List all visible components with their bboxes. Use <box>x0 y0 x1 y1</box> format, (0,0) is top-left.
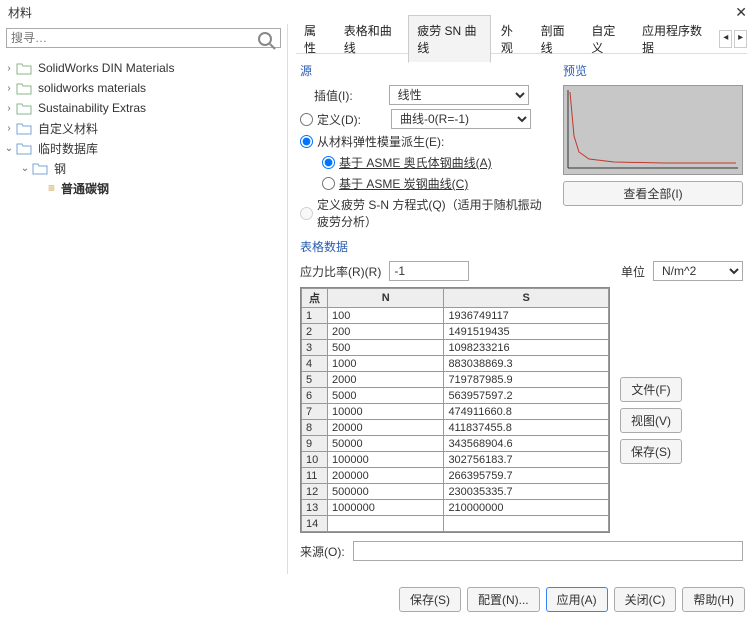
derive-radio[interactable] <box>300 135 313 148</box>
expand-icon[interactable]: › <box>2 123 16 134</box>
ratio-label: 应力比率(R)(R) <box>300 263 381 280</box>
source-legend: 源 <box>300 62 551 79</box>
expand-icon[interactable]: › <box>2 83 16 94</box>
material-tree[interactable]: › SolidWorks DIN Materials › solidworks ma… <box>0 52 287 574</box>
folder-icon <box>16 61 32 75</box>
preview-plot <box>563 85 743 175</box>
search-input[interactable] <box>6 28 281 48</box>
table-row[interactable]: 22001491519435 <box>302 324 609 340</box>
col-s: S <box>444 289 609 308</box>
tab-scroll-left[interactable]: ◂ <box>719 30 732 48</box>
file-button[interactable]: 文件(F) <box>620 377 682 402</box>
table-legend: 表格数据 <box>300 238 743 255</box>
close-button[interactable]: 关闭(C) <box>614 587 677 612</box>
derive-label: 从材料弹性模量派生(E): <box>317 133 444 150</box>
define-label: 定义(D): <box>317 111 361 128</box>
interp-select[interactable]: 线性 <box>389 85 529 105</box>
apply-button[interactable]: 应用(A) <box>546 587 608 612</box>
preview-legend: 预览 <box>563 62 743 79</box>
window-title: 材料 <box>8 4 32 21</box>
define-select[interactable]: 曲线-0(R=-1) <box>391 109 531 129</box>
expand-icon[interactable]: › <box>2 103 16 114</box>
folder-icon <box>32 161 48 175</box>
expand-icon[interactable]: › <box>2 63 16 74</box>
folder-icon <box>16 121 32 135</box>
tab-scroll-right[interactable]: ▸ <box>734 30 747 48</box>
asme-austenitic-radio[interactable] <box>322 156 335 169</box>
folder-icon <box>16 81 32 95</box>
table-row[interactable]: 65000563957597.2 <box>302 388 609 404</box>
asme-austenitic-label: 基于 ASME 奥氏体钢曲线(A) <box>339 154 492 171</box>
table-row[interactable]: 35001098233216 <box>302 340 609 356</box>
source-input[interactable] <box>353 541 743 561</box>
material-icon: ≡ <box>48 181 55 195</box>
unit-select[interactable]: N/m^2 <box>653 261 743 281</box>
col-n: N <box>328 289 444 308</box>
collapse-icon[interactable]: ⌄ <box>2 143 16 154</box>
tree-item[interactable]: 钢 <box>54 160 66 177</box>
table-row[interactable]: 710000474911660.8 <box>302 404 609 420</box>
table-row[interactable]: 820000411837455.8 <box>302 420 609 436</box>
tab-bar: 属性 表格和曲线 疲劳 SN 曲线 外观 剖面线 自定义 应用程序数据 ◂ ▸ <box>296 24 747 54</box>
collapse-icon[interactable]: ⌄ <box>18 163 32 174</box>
table-row[interactable]: 131000000210000000 <box>302 500 609 516</box>
source-label: 来源(O): <box>300 543 345 560</box>
help-button[interactable]: 帮助(H) <box>682 587 745 612</box>
table-row[interactable]: 41000883038869.3 <box>302 356 609 372</box>
close-icon[interactable]: ✕ <box>735 4 747 21</box>
table-row[interactable]: 11200000266395759.7 <box>302 468 609 484</box>
equation-radio <box>300 207 313 220</box>
equation-label: 定义疲劳 S-N 方程式(Q)（适用于随机振动疲劳分析） <box>317 196 551 230</box>
sn-data-grid[interactable]: 点 N S 1100193674911722001491519435350010… <box>300 287 610 533</box>
table-row[interactable]: 10100000302756183.7 <box>302 452 609 468</box>
asme-carbon-label: 基于 ASME 炭钢曲线(C) <box>339 175 468 192</box>
save-button[interactable]: 保存(S) <box>399 587 461 612</box>
save-side-button[interactable]: 保存(S) <box>620 439 682 464</box>
table-row[interactable]: 12500000230035335.7 <box>302 484 609 500</box>
table-row[interactable]: 52000719787985.9 <box>302 372 609 388</box>
col-point: 点 <box>302 289 328 308</box>
config-button[interactable]: 配置(N)... <box>467 587 540 612</box>
view-button[interactable]: 视图(V) <box>620 408 682 433</box>
unit-label: 单位 <box>621 263 645 280</box>
table-row[interactable]: 11001936749117 <box>302 308 609 324</box>
table-row[interactable]: 950000343568904.6 <box>302 436 609 452</box>
tree-item[interactable]: 临时数据库 <box>38 140 98 157</box>
interp-label: 插值(I): <box>314 87 353 104</box>
asme-carbon-radio[interactable] <box>322 177 335 190</box>
tree-item[interactable]: 自定义材料 <box>38 120 98 137</box>
view-all-button[interactable]: 查看全部(I) <box>563 181 743 206</box>
search-icon[interactable] <box>257 31 277 51</box>
folder-icon <box>16 101 32 115</box>
tree-item[interactable]: solidworks materials <box>38 81 146 95</box>
define-radio[interactable] <box>300 113 313 126</box>
folder-icon <box>16 141 32 155</box>
tree-item-selected[interactable]: 普通碳钢 <box>61 180 109 197</box>
table-row[interactable]: 14 <box>302 516 609 532</box>
ratio-input[interactable] <box>389 261 469 281</box>
tree-item[interactable]: SolidWorks DIN Materials <box>38 61 174 75</box>
tree-item[interactable]: Sustainability Extras <box>38 101 146 115</box>
